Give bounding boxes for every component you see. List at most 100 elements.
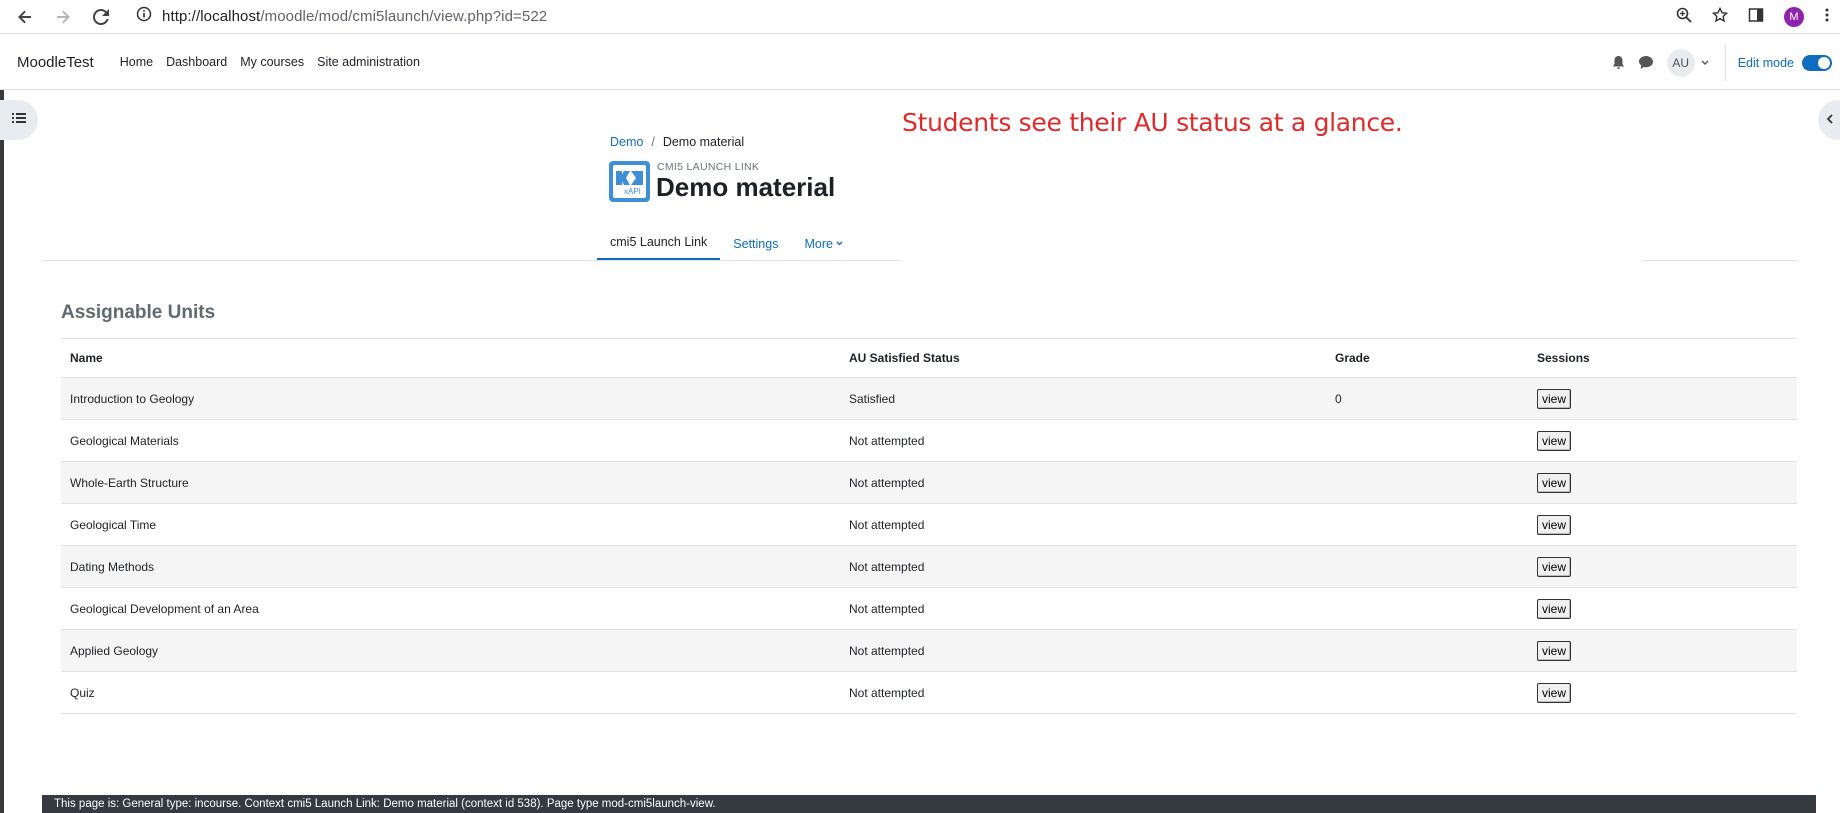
cell-status: Not attempted	[840, 461, 1326, 504]
reload-icon[interactable]	[88, 4, 114, 30]
cell-grade: 0	[1326, 377, 1528, 420]
page-info-footer: This page is: General type: incourse. Co…	[42, 795, 1816, 813]
annotation-caption: Students see their AU status at a glance…	[902, 108, 1403, 137]
tab-settings[interactable]: Settings	[720, 226, 791, 261]
secondary-nav-divider-right	[1642, 260, 1798, 261]
table-row: Dating Methods Not attempted view	[61, 545, 1797, 588]
user-menu-chevron-down-icon[interactable]	[1701, 60, 1709, 66]
window-left-edge	[0, 90, 4, 813]
cell-grade	[1326, 419, 1528, 462]
url-path: /moodle/mod/cmi5launch/view.php?id=522	[260, 8, 548, 25]
navbar-divider	[1724, 44, 1726, 81]
url-host: http://localhost	[162, 8, 261, 25]
cell-grade	[1326, 671, 1528, 714]
cell-sessions: view	[1528, 545, 1797, 588]
tab-cmi5-launch-link[interactable]: cmi5 Launch Link	[597, 226, 721, 261]
cell-name: Geological Development of an Area	[61, 587, 840, 630]
site-brand[interactable]: MoodleTest	[17, 54, 94, 71]
table-row: Geological Materials Not attempted view	[61, 419, 1797, 462]
page-title: Demo material	[656, 172, 836, 202]
nav-link-site-administration[interactable]: Site administration	[317, 55, 420, 69]
breadcrumb: Demo / Demo material	[610, 135, 744, 149]
breadcrumb-item-demo[interactable]: Demo	[610, 135, 643, 149]
bookmark-star-icon[interactable]	[1711, 6, 1729, 28]
cell-status: Not attempted	[840, 587, 1326, 630]
list-icon	[12, 111, 26, 129]
cell-name: Whole-Earth Structure	[61, 461, 840, 504]
cell-name: Quiz	[61, 671, 840, 714]
assignable-units-table: Name AU Satisfied Status Grade Sessions …	[61, 338, 1797, 714]
column-header-name: Name	[61, 338, 840, 378]
secondary-navigation: cmi5 Launch Link Settings More	[597, 226, 856, 261]
cell-status: Not attempted	[840, 671, 1326, 714]
view-sessions-button[interactable]: view	[1537, 598, 1572, 619]
table-row: Quiz Not attempted view	[61, 671, 1797, 714]
cell-sessions: view	[1528, 503, 1797, 546]
table-row: Whole-Earth Structure Not attempted view	[61, 461, 1797, 504]
nav-link-dashboard[interactable]: Dashboard	[166, 55, 227, 69]
cell-name: Dating Methods	[61, 545, 840, 588]
bell-icon[interactable]	[1612, 55, 1625, 70]
cell-name: Geological Time	[61, 503, 840, 546]
cell-sessions: view	[1528, 377, 1797, 420]
tab-more[interactable]: More	[791, 226, 855, 261]
view-sessions-button[interactable]: view	[1537, 472, 1572, 493]
url-text: http://localhost/moodle/mod/cmi5launch/v…	[162, 8, 547, 25]
cell-sessions: view	[1528, 587, 1797, 630]
navbar-user-area: AU Edit mode	[1612, 35, 1832, 90]
icon-label: xAPI	[624, 187, 641, 196]
cell-status: Satisfied	[840, 377, 1326, 420]
cell-grade	[1326, 503, 1528, 546]
view-sessions-button[interactable]: view	[1537, 556, 1572, 577]
profile-avatar[interactable]: M	[1784, 7, 1804, 27]
xapi-logo-icon: xAPI	[613, 165, 646, 198]
back-icon[interactable]	[12, 4, 38, 30]
block-drawer-toggle[interactable]	[1818, 100, 1840, 140]
zoom-icon[interactable]	[1676, 7, 1692, 28]
view-sessions-button[interactable]: view	[1537, 640, 1572, 661]
view-sessions-button[interactable]: view	[1537, 514, 1572, 535]
cell-status: Not attempted	[840, 503, 1326, 546]
column-header-sessions: Sessions	[1528, 338, 1797, 378]
course-index-drawer-toggle[interactable]	[0, 100, 38, 140]
cell-name: Introduction to Geology	[61, 377, 840, 420]
cell-sessions: view	[1528, 419, 1797, 462]
cell-sessions: view	[1528, 629, 1797, 672]
cell-name: Applied Geology	[61, 629, 840, 672]
view-sessions-button[interactable]: view	[1537, 430, 1572, 451]
tab-more-label: More	[804, 236, 833, 251]
nav-link-home[interactable]: Home	[120, 55, 153, 69]
nav-link-my-courses[interactable]: My courses	[240, 55, 304, 69]
view-sessions-button[interactable]: view	[1537, 682, 1572, 703]
cmi5-module-icon: xAPI	[609, 161, 650, 202]
breadcrumb-item-current: Demo material	[662, 135, 745, 149]
table-row: Applied Geology Not attempted view	[61, 629, 1797, 672]
browser-actions: M	[1676, 0, 1830, 34]
cell-status: Not attempted	[840, 629, 1326, 672]
cell-grade	[1326, 545, 1528, 588]
cell-grade	[1326, 629, 1528, 672]
table-row: Introduction to Geology Satisfied 0 view	[61, 377, 1797, 420]
table-row: Geological Time Not attempted view	[61, 503, 1797, 546]
cell-sessions: view	[1528, 461, 1797, 504]
view-sessions-button[interactable]: view	[1537, 388, 1572, 409]
cell-status: Not attempted	[840, 545, 1326, 588]
forward-icon[interactable]	[50, 4, 76, 30]
chevron-left-icon	[1826, 111, 1833, 129]
user-avatar[interactable]: AU	[1666, 48, 1695, 77]
message-icon[interactable]	[1638, 56, 1653, 69]
table-header-row: Name AU Satisfied Status Grade Sessions	[61, 338, 1797, 378]
column-header-status: AU Satisfied Status	[840, 338, 1326, 378]
browser-menu-icon[interactable]	[1824, 7, 1830, 28]
edit-mode-toggle[interactable]	[1802, 54, 1832, 71]
cell-grade	[1326, 461, 1528, 504]
breadcrumb-separator: /	[651, 135, 655, 149]
side-panel-icon[interactable]	[1748, 7, 1764, 28]
cell-grade	[1326, 587, 1528, 630]
chevron-down-icon	[836, 241, 843, 246]
address-bar[interactable]: http://localhost/moodle/mod/cmi5launch/v…	[136, 3, 547, 31]
section-heading: Assignable Units	[61, 302, 216, 323]
cell-name: Geological Materials	[61, 419, 840, 462]
edit-mode-label: Edit mode	[1737, 55, 1794, 70]
site-info-icon[interactable]	[136, 6, 152, 27]
